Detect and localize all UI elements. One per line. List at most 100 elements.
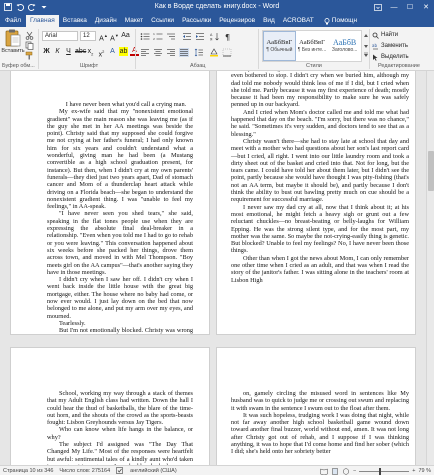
word-count[interactable]: Число слов: 275164 [59, 468, 110, 474]
paragraph[interactable]: The subject I'd assigned was "The Day Th… [47, 441, 193, 465]
bullets-icon[interactable] [140, 32, 150, 41]
save-icon[interactable] [3, 3, 12, 12]
read-mode-icon[interactable] [320, 468, 328, 475]
minimize-button[interactable]: — [386, 0, 402, 14]
justify-icon[interactable] [179, 48, 189, 57]
superscript-icon[interactable]: x2 [97, 47, 106, 58]
document-area[interactable]: I have never been what you'd call a cryi… [0, 71, 434, 465]
borders-icon[interactable] [222, 48, 232, 57]
tab-acrobat[interactable]: ACROBAT [279, 15, 318, 27]
align-left-icon[interactable] [140, 48, 150, 57]
paragraph[interactable]: on, gamely circling the misused word in … [231, 390, 409, 412]
zoom-out-icon[interactable]: − [353, 468, 356, 474]
maximize-button[interactable]: ☐ [402, 0, 418, 14]
web-layout-icon[interactable] [342, 467, 350, 475]
page-12-text[interactable]: School, working my way through a stack o… [47, 390, 193, 465]
paragraph[interactable]: I never saw my dad cry at all, now that … [231, 204, 409, 255]
proofing-icon[interactable] [116, 467, 124, 474]
format-painter-icon[interactable] [25, 51, 34, 60]
style-heading-1[interactable]: АаБбВ Заголово... [328, 31, 361, 61]
paragraph[interactable]: I have never been what you'd call a cryi… [47, 101, 193, 108]
bold-icon[interactable]: Ж [42, 47, 51, 56]
tab-review[interactable]: Рецензиров [215, 15, 259, 27]
redo-icon[interactable] [27, 3, 36, 12]
paragraph[interactable]: Tearlessly. [47, 320, 193, 327]
page-11-text[interactable]: my collie, Rags, had been struck and kil… [231, 71, 409, 284]
paragraph[interactable]: My ex-wife said that my "nonexistent emo… [47, 108, 193, 210]
shading-icon[interactable] [209, 48, 219, 57]
highlight-icon[interactable]: ab [119, 47, 128, 56]
subscript-icon[interactable]: x2 [86, 47, 95, 56]
font-name-box[interactable]: Arial [42, 31, 78, 41]
paragraph[interactable]: But I'm not emotionally blocked. Christy… [47, 327, 193, 334]
grow-font-icon[interactable]: A▲ [99, 31, 108, 42]
italic-icon[interactable]: К [53, 47, 62, 56]
text-effects-icon[interactable]: A [108, 47, 117, 56]
tab-view[interactable]: Вид [259, 15, 279, 27]
numbering-icon[interactable]: 12 [153, 32, 163, 41]
ribbon-options-icon[interactable] [370, 0, 386, 14]
paragraph[interactable]: my collie, Rags, had been struck and kil… [231, 71, 409, 109]
increase-indent-icon[interactable] [195, 32, 205, 41]
page-10: I have never been what you'd call a cryi… [10, 71, 210, 335]
paragraph[interactable]: And I cried when Mom's doctor called me … [231, 109, 409, 138]
show-formatting-icon[interactable]: ¶ [223, 32, 233, 41]
font-group-label: Шрифт [80, 63, 99, 69]
undo-icon[interactable] [15, 3, 24, 12]
cursor-icon [373, 54, 378, 61]
line-spacing-icon[interactable] [194, 48, 204, 57]
print-layout-icon[interactable] [331, 467, 339, 475]
multilevel-list-icon[interactable] [166, 32, 176, 41]
sort-icon[interactable]: АЯ [210, 32, 220, 41]
language[interactable]: английский (США) [130, 468, 177, 474]
zoom-level[interactable]: 79 % [418, 468, 431, 474]
underline-icon[interactable]: Ч [64, 47, 73, 56]
find-button[interactable]: Найти [372, 31, 409, 39]
tab-insert[interactable]: Вставка [59, 15, 91, 27]
zoom-slider-knob[interactable] [379, 467, 382, 475]
tab-mailings[interactable]: Рассылки [178, 15, 215, 27]
tab-layout[interactable]: Макет [121, 15, 147, 27]
tab-design[interactable]: Дизайн [91, 15, 121, 27]
window-controls: — ☐ ✕ [370, 0, 434, 14]
style-normal[interactable]: АаБбВвГ ¶ Обычный [263, 31, 296, 61]
align-right-icon[interactable] [166, 48, 176, 57]
tab-file[interactable]: Файл [0, 15, 26, 27]
tell-me-search[interactable]: Помощн [318, 15, 357, 27]
tab-home[interactable]: Главная [25, 15, 59, 27]
paragraph[interactable]: Christy wasn't there—she had to stay lat… [231, 138, 409, 204]
zoom-in-icon[interactable]: + [412, 468, 415, 474]
style-no-spacing-sample: АаБбВвГ [299, 39, 325, 46]
close-button[interactable]: ✕ [418, 0, 434, 14]
paragraph[interactable]: It was such hopeless, trudging work I wa… [231, 412, 409, 456]
copy-icon[interactable] [25, 41, 34, 50]
page-12: School, working my way through a stack o… [10, 347, 210, 465]
replace-button[interactable]: ab Заменить [372, 42, 409, 50]
paragraph[interactable]: I didn't cry when I saw her off. I didn'… [47, 276, 193, 320]
title-bar: Как в Ворде сделать книгу.docx - Word — … [0, 0, 434, 14]
strikethrough-icon[interactable]: abc [75, 47, 86, 56]
styles-gallery: АаБбВвГ ¶ Обычный АаБбВвГ ¶ Без инте... … [262, 30, 362, 62]
page-10-text[interactable]: I have never been what you'd call a cryi… [47, 101, 193, 334]
change-case-icon[interactable]: Aa [121, 31, 130, 40]
font-size-box[interactable]: 12 [80, 31, 96, 41]
cut-icon[interactable] [25, 31, 34, 40]
page-count[interactable]: Страница 10 из 346 [3, 468, 53, 474]
align-center-icon[interactable] [153, 48, 163, 57]
paragraph[interactable]: "I have never seen you shed tears," she … [47, 210, 193, 276]
page-13-text[interactable]: on, gamely circling the misused word in … [231, 390, 409, 456]
paste-button[interactable]: Вставить [1, 29, 25, 61]
zoom-slider[interactable] [359, 467, 410, 475]
style-normal-name: ¶ Обычный [266, 47, 293, 53]
paragraph[interactable]: School, working my way through a stack o… [47, 390, 193, 426]
select-button[interactable]: Выделить [372, 53, 409, 61]
shrink-font-icon[interactable]: A▼ [110, 31, 119, 42]
decrease-indent-icon[interactable] [182, 32, 192, 41]
vertical-scrollbar[interactable] [426, 71, 434, 465]
style-no-spacing[interactable]: АаБбВвГ ¶ Без инте... [296, 31, 329, 61]
customize-qat-icon[interactable] [39, 3, 48, 12]
tab-references[interactable]: Ссылки [147, 15, 178, 27]
paragraph[interactable]: Who can know when life hangs in the bala… [47, 426, 193, 441]
scrollbar-thumb[interactable] [428, 151, 434, 191]
paragraph[interactable]: Other than when I got the news about Mom… [231, 255, 409, 284]
